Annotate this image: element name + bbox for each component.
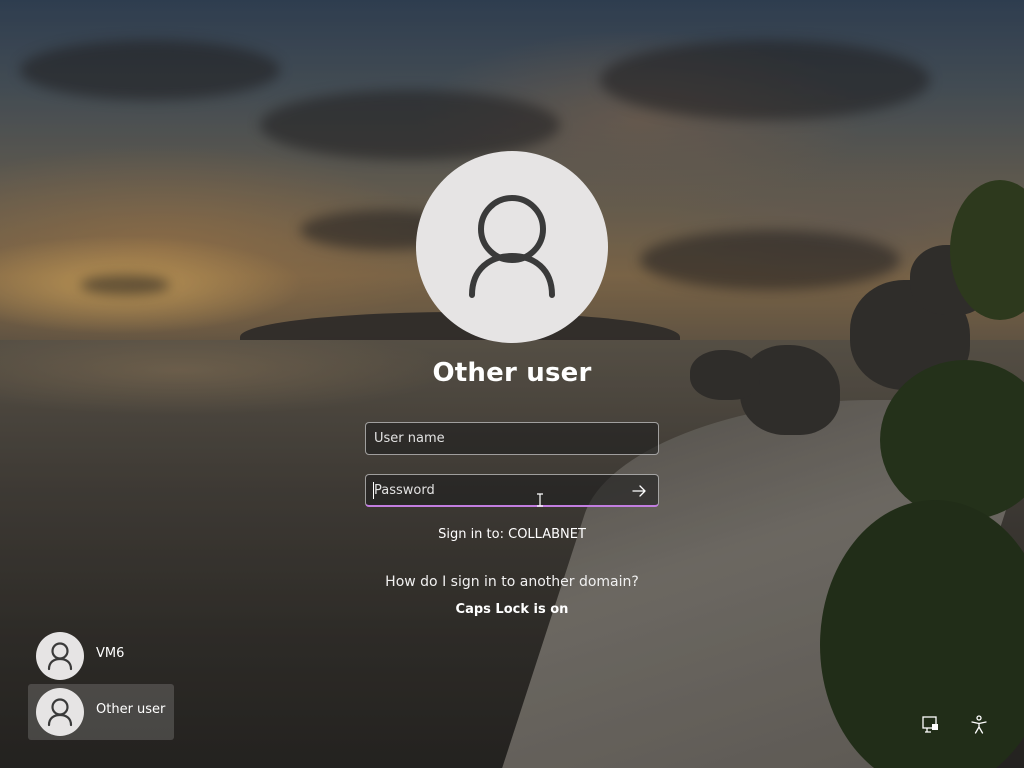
username-field[interactable] xyxy=(365,422,659,455)
accessibility-icon[interactable] xyxy=(968,714,990,736)
user-avatar-icon xyxy=(47,642,73,671)
accessibility-button[interactable] xyxy=(968,714,990,736)
user-avatar-icon xyxy=(469,195,555,298)
submit-button[interactable] xyxy=(627,480,651,502)
selected-user-title: Other user xyxy=(432,358,592,388)
ibeam-cursor-icon xyxy=(537,493,543,507)
user-avatar xyxy=(36,688,84,736)
caps-lock-warning: Caps Lock is on xyxy=(455,602,569,617)
password-field[interactable] xyxy=(365,474,659,507)
network-icon[interactable] xyxy=(920,714,942,736)
user-avatar-large xyxy=(416,151,608,343)
text-caret xyxy=(373,482,374,499)
arrow-right-icon[interactable] xyxy=(627,480,651,502)
sign-in-domain-text: Sign in to: COLLABNET xyxy=(438,527,586,542)
user-avatar xyxy=(36,632,84,680)
user-tile-label: Other user xyxy=(96,702,166,717)
user-tile-vm6[interactable]: VM6 xyxy=(28,628,174,684)
user-tile-other-user[interactable]: Other user xyxy=(28,684,174,740)
username-input[interactable] xyxy=(374,423,624,454)
lock-screen: Other user Sign in to: COLLABNET How do … xyxy=(0,0,1024,768)
user-tile-label: VM6 xyxy=(96,646,125,661)
network-button[interactable] xyxy=(920,714,942,736)
user-avatar-icon xyxy=(47,698,73,727)
other-domain-link[interactable]: How do I sign in to another domain? xyxy=(312,574,712,590)
password-input[interactable] xyxy=(374,475,624,506)
